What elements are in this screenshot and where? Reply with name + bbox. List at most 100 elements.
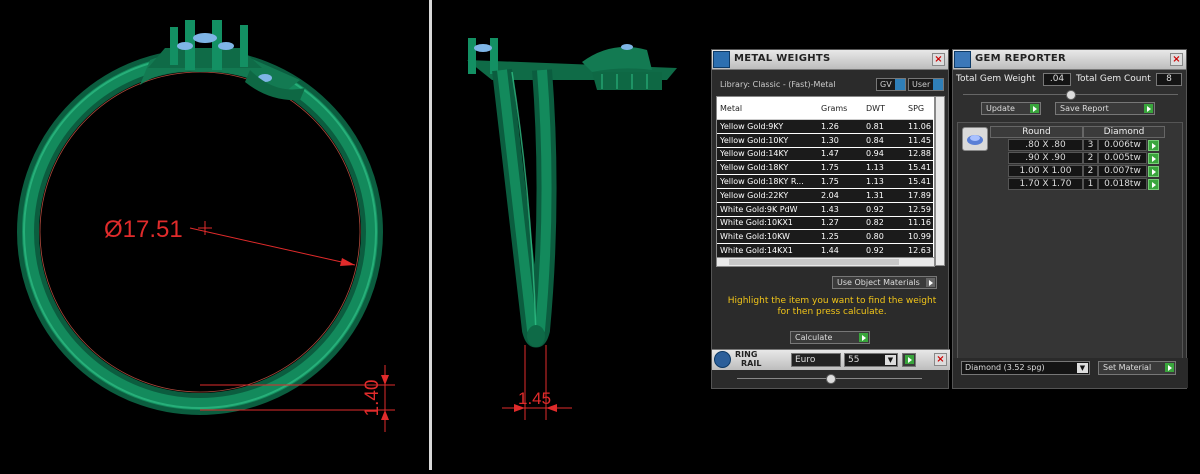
ring-rail-title-line1: RING (735, 350, 758, 359)
table-row[interactable]: Yellow Gold:9KY 1.26 0.81 11.06 (717, 119, 933, 134)
update-button[interactable]: Update (981, 102, 1041, 115)
material-select[interactable]: Diamond (3.52 spg) ▼ (961, 361, 1090, 375)
gem-reporter-titlebar[interactable]: GEM REPORTER × (953, 50, 1186, 70)
thickness-dimension-label: 1.40 (362, 380, 383, 417)
set-material-button[interactable]: Set Material (1098, 361, 1176, 375)
side-ring-drawing: 1.45 (467, 38, 677, 420)
table-cell-metal: Yellow Gold:18KY R... (717, 174, 818, 189)
hint-text: Highlight the item you want to find the … (727, 296, 937, 317)
gem-material-bar: Diamond (3.52 spg) ▼ Set Material (953, 358, 1188, 388)
table-row[interactable]: Yellow Gold:22KY 2.04 1.31 17.89 (717, 188, 933, 203)
column-header-dwt[interactable]: DWT (863, 97, 905, 120)
table-cell-grams: 1.27 (818, 216, 863, 231)
table-cell-spg: 12.63 (905, 243, 933, 258)
save-report-label: Save Report (1060, 104, 1109, 113)
play-icon (1165, 363, 1174, 372)
table-row[interactable]: White Gold:9K PdW 1.43 0.92 12.59 (717, 202, 933, 217)
column-header-grams[interactable]: Grams (818, 97, 863, 120)
table-cell-grams: 1.25 (818, 229, 863, 245)
table-row[interactable]: White Gold:10KW 1.25 0.80 10.99 (717, 229, 933, 245)
hscroll-thumb[interactable] (729, 259, 899, 265)
table-cell-spg: 11.06 (905, 119, 933, 134)
table-row[interactable]: Yellow Gold:18KY R... 1.75 1.13 15.41 (717, 174, 933, 189)
user-toggle-label: User (912, 80, 931, 89)
gem-weight-cell: 0.006tw (1098, 139, 1147, 151)
table-row[interactable]: Yellow Gold:18KY 1.75 1.13 15.41 (717, 160, 933, 176)
table-cell-dwt: 1.13 (863, 160, 905, 176)
gem-count-cell: 3 (1083, 139, 1098, 151)
side-viewport[interactable]: 1.45 (432, 0, 710, 470)
gem-slider-knob[interactable] (1066, 90, 1076, 100)
metal-table-hscroll[interactable] (716, 257, 935, 267)
ring-size-system-field[interactable]: Euro (791, 353, 841, 367)
table-cell-metal: Yellow Gold:18KY (717, 160, 818, 176)
metal-weights-title: METAL WEIGHTS (734, 53, 831, 64)
front-viewport[interactable]: Ø17.51 1.40 (0, 0, 429, 470)
gem-row-go-icon[interactable] (1148, 179, 1159, 190)
close-icon[interactable]: × (1170, 53, 1183, 66)
calculate-button[interactable]: Calculate (790, 331, 870, 344)
column-header-metal[interactable]: Metal (717, 97, 818, 120)
total-gem-weight-label: Total Gem Weight (956, 74, 1036, 84)
table-row[interactable]: White Gold:14KX1 1.44 0.92 12.63 (717, 243, 933, 258)
table-cell-dwt: 0.84 (863, 133, 905, 148)
gv-toggle[interactable]: GV (876, 78, 906, 91)
table-cell-dwt: 1.31 (863, 188, 905, 203)
metal-weights-titlebar[interactable]: METAL WEIGHTS × (712, 50, 948, 70)
ring-rail-icon (714, 351, 731, 368)
table-cell-grams: 1.75 (818, 174, 863, 189)
table-cell-grams: 2.04 (818, 188, 863, 203)
use-object-materials-button[interactable]: Use Object Materials (832, 276, 937, 289)
table-cell-spg: 11.45 (905, 133, 933, 148)
table-cell-spg: 17.89 (905, 188, 933, 203)
table-row[interactable]: Yellow Gold:10KY 1.30 0.84 11.45 (717, 133, 933, 148)
ring-size-select[interactable]: 55 ▼ (844, 353, 898, 367)
ring-rail-go-button[interactable] (902, 353, 916, 367)
gem-reporter-panel: GEM REPORTER × Total Gem Weight .04 Tota… (952, 49, 1188, 389)
table-cell-dwt: 0.81 (863, 119, 905, 134)
metal-table[interactable]: Metal Grams DWT SPG Yellow Gold:9KY 1.26 0… (716, 96, 935, 266)
gv-toggle-label: GV (880, 80, 892, 89)
table-cell-metal: White Gold:9K PdW (717, 202, 818, 217)
set-material-label: Set Material (1103, 363, 1152, 372)
ring-rail-title: RING RAIL (735, 350, 761, 368)
gem-size-cell: .90 X .90 (1008, 152, 1083, 164)
table-row[interactable]: Yellow Gold:14KY 1.47 0.94 12.88 (717, 147, 933, 162)
gem-row-go-icon[interactable] (1148, 166, 1159, 177)
ring-rail-slider-knob[interactable] (826, 374, 836, 384)
use-object-materials-label: Use Object Materials (837, 278, 920, 287)
close-icon[interactable]: × (932, 53, 945, 66)
material-header: Diamond (1083, 126, 1165, 138)
gem-row-go-icon[interactable] (1148, 153, 1159, 164)
table-cell-grams: 1.47 (818, 147, 863, 162)
chevron-down-icon[interactable]: ▼ (885, 355, 896, 365)
user-toggle[interactable]: User (908, 78, 944, 91)
play-icon (1030, 104, 1039, 113)
round-gem-icon[interactable] (962, 127, 988, 151)
metal-table-vscroll[interactable] (935, 96, 945, 266)
user-toggle-indicator (933, 79, 943, 90)
ring-rail-close-icon[interactable]: × (934, 353, 947, 366)
table-cell-spg: 15.41 (905, 174, 933, 189)
table-cell-metal: Yellow Gold:10KY (717, 133, 818, 148)
metal-table-grid: Metal Grams DWT SPG Yellow Gold:9KY 1.26 0… (717, 97, 933, 265)
chevron-down-icon[interactable]: ▼ (1077, 363, 1088, 373)
table-cell-dwt: 0.94 (863, 147, 905, 162)
table-cell-dwt: 0.82 (863, 216, 905, 231)
save-report-button[interactable]: Save Report (1055, 102, 1155, 115)
gem-size-cell: .80 X .80 (1008, 139, 1083, 151)
table-cell-grams: 1.75 (818, 160, 863, 176)
play-icon (905, 355, 914, 364)
table-row[interactable]: White Gold:10KX1 1.27 0.82 11.16 (717, 216, 933, 231)
table-cell-dwt: 1.13 (863, 174, 905, 189)
column-header-spg[interactable]: SPG (905, 97, 933, 120)
gem-row-go-icon[interactable] (1148, 140, 1159, 151)
table-cell-metal: White Gold:10KX1 (717, 216, 818, 231)
play-icon (859, 333, 868, 342)
gem-reporter-icon (954, 51, 971, 68)
table-cell-grams: 1.44 (818, 243, 863, 258)
table-cell-grams: 1.43 (818, 202, 863, 217)
gem-count-cell: 2 (1083, 165, 1098, 177)
metal-weights-panel: METAL WEIGHTS × Library: Classic - (Fast… (711, 49, 950, 389)
total-gem-count-value: 8 (1156, 73, 1182, 86)
